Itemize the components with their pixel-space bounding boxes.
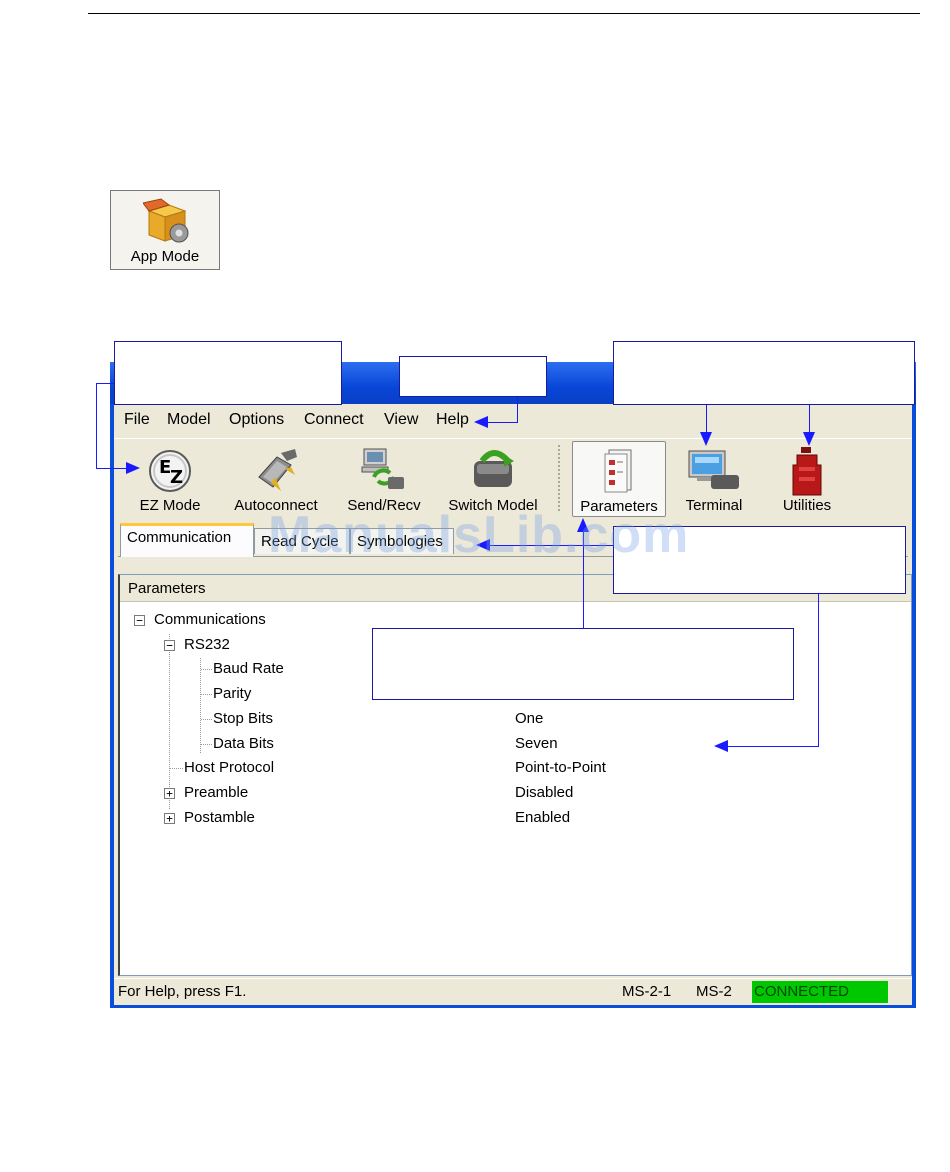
tree-item-parity[interactable]: Parity <box>213 685 251 702</box>
send-recv-icon <box>360 447 408 497</box>
switch-model-button[interactable]: Switch Model <box>440 441 546 517</box>
utilities-toolbox-icon <box>787 447 827 501</box>
preamble-value: Disabled <box>515 784 574 801</box>
tree-connector <box>201 719 213 720</box>
tree-connector <box>170 768 184 769</box>
toolbar-separator <box>558 445 560 511</box>
menu-model[interactable]: Model <box>167 411 211 429</box>
parameters-doc-icon <box>599 448 639 498</box>
send-recv-button[interactable]: Send/Recv <box>336 441 432 517</box>
tree-item-postamble[interactable]: Postamble <box>184 809 255 826</box>
callout-box-values <box>613 526 906 594</box>
collapse-rs232-icon[interactable]: − <box>164 640 175 651</box>
tree-item-stop-bits[interactable]: Stop Bits <box>213 710 273 727</box>
page-top-rule <box>88 13 920 14</box>
tree-item-host-protocol[interactable]: Host Protocol <box>184 759 274 776</box>
tab-communication[interactable]: Communication <box>120 523 254 557</box>
arrow-to-utilities <box>803 432 815 446</box>
window-client-area: File Model Options Connect View Help E Z… <box>114 404 912 1005</box>
menu-options[interactable]: Options <box>229 411 284 429</box>
postamble-value: Enabled <box>515 809 571 826</box>
leader-line <box>487 422 518 423</box>
tree-item-baud-rate[interactable]: Baud Rate <box>213 660 284 677</box>
utilities-label: Utilities <box>782 497 832 514</box>
leader-line <box>517 397 518 422</box>
connection-status-label: CONNECTED <box>754 983 850 1000</box>
host-protocol-value: Point-to-Point <box>515 759 606 776</box>
parameters-label: Parameters <box>580 498 658 515</box>
tab-symbologies[interactable]: Symbologies <box>350 528 454 554</box>
callout-box-ez-mode <box>114 341 342 405</box>
tree-connector <box>169 634 170 810</box>
tree-connector <box>201 669 213 670</box>
leader-line <box>818 594 819 747</box>
status-bar: For Help, press F1. MS-2-1 MS-2 CONNECTE… <box>114 978 912 1005</box>
switch-model-icon <box>468 447 518 497</box>
arrow-to-terminal <box>700 432 712 446</box>
leader-line <box>809 405 810 433</box>
leader-line <box>490 545 613 546</box>
terminal-monitor-icon <box>687 447 741 497</box>
arrow-to-help-menu <box>474 416 488 428</box>
leader-line <box>96 383 97 469</box>
leader-line <box>706 405 707 433</box>
tree-item-data-bits[interactable]: Data Bits <box>213 735 274 752</box>
app-mode-box-gear-icon <box>142 195 191 249</box>
parameters-button[interactable]: Parameters <box>572 441 666 517</box>
autoconnect-plug-icon <box>251 447 301 497</box>
callout-box-parameters <box>372 628 794 700</box>
autoconnect-label: Autoconnect <box>234 497 318 514</box>
arrow-to-parameters <box>577 518 589 532</box>
leader-line <box>96 383 114 384</box>
menu-bar: File Model Options Connect View Help <box>114 404 912 436</box>
collapse-communications-icon[interactable]: − <box>134 615 145 626</box>
send-recv-label: Send/Recv <box>347 497 421 514</box>
switch-model-label: Switch Model <box>448 497 538 514</box>
toolbar: E Z EZ Mode Autoconnect Send/Recv Switch… <box>114 438 912 519</box>
menu-view[interactable]: View <box>384 411 418 429</box>
tree-item-communications[interactable]: Communications <box>154 611 266 628</box>
stop-bits-value: One <box>515 710 544 727</box>
tree-connector <box>200 658 201 754</box>
autoconnect-button[interactable]: Autoconnect <box>226 441 326 517</box>
status-model-id: MS-2-1 <box>622 983 672 1000</box>
leader-line <box>96 468 128 469</box>
callout-box-menu <box>399 356 547 397</box>
callout-box-app-tools <box>613 341 915 405</box>
utilities-button[interactable]: Utilities <box>766 441 848 517</box>
ez-mode-button[interactable]: E Z EZ Mode <box>122 441 218 517</box>
ez-mode-icon: E Z <box>146 447 194 497</box>
app-mode-label: App Mode <box>130 248 200 265</box>
arrow-to-tabs <box>476 539 490 551</box>
expand-postamble-icon[interactable]: + <box>164 813 175 824</box>
terminal-button[interactable]: Terminal <box>670 441 758 517</box>
data-bits-value: Seven <box>515 735 558 752</box>
ez-mode-label: EZ Mode <box>139 497 201 514</box>
svg-text:Z: Z <box>170 467 183 488</box>
tree-connector <box>201 694 213 695</box>
menu-file[interactable]: File <box>124 411 150 429</box>
tab-read-cycle[interactable]: Read Cycle <box>254 528 350 554</box>
arrow-to-values <box>714 740 728 752</box>
tree-connector <box>201 744 213 745</box>
menu-connect[interactable]: Connect <box>304 411 364 429</box>
tree-item-preamble[interactable]: Preamble <box>184 784 248 801</box>
expand-preamble-icon[interactable]: + <box>164 788 175 799</box>
leader-line <box>728 746 819 747</box>
menu-help[interactable]: Help <box>436 411 469 429</box>
connection-status-badge: CONNECTED <box>752 981 888 1003</box>
tree-item-rs232[interactable]: RS232 <box>184 636 230 653</box>
status-help-text: For Help, press F1. <box>118 983 247 1000</box>
status-model: MS-2 <box>696 983 732 1000</box>
app-mode-button[interactable]: App Mode <box>110 190 220 270</box>
terminal-label: Terminal <box>685 497 743 514</box>
arrow-to-ez-mode <box>126 462 140 474</box>
